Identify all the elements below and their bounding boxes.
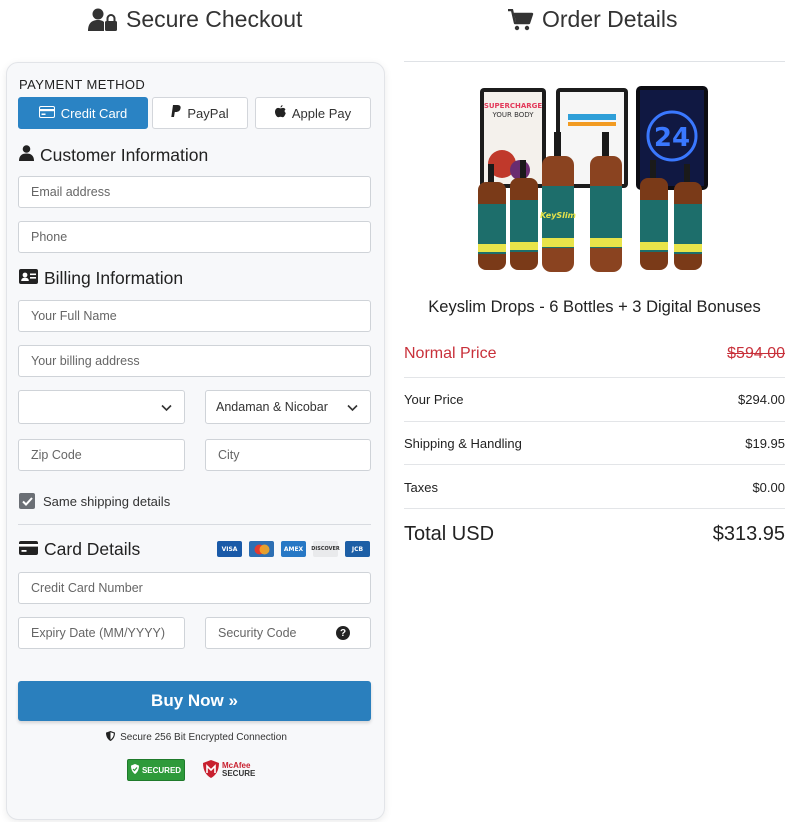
checkout-title-text: Secure Checkout xyxy=(126,6,303,32)
city-field[interactable]: City xyxy=(205,439,371,471)
row-divider xyxy=(404,377,785,378)
shipping-label: Shipping & Handling xyxy=(404,436,522,451)
your-price-label: Your Price xyxy=(404,392,464,407)
row-divider xyxy=(404,421,785,422)
row-divider xyxy=(404,464,785,465)
secure-connection-note: Secure 256 Bit Encrypted Connection xyxy=(7,731,386,744)
your-price-value: $294.00 xyxy=(738,392,785,407)
order-top-divider xyxy=(404,61,785,62)
paypal-label: PayPal xyxy=(187,105,229,121)
phone-field[interactable]: Phone xyxy=(18,221,371,253)
trust-badges: SECURED McAfee SECURE xyxy=(127,759,255,781)
payment-method-label: PAYMENT METHOD xyxy=(19,77,146,92)
discover-icon: DISCOVER xyxy=(311,541,340,557)
normal-price-value: $594.00 xyxy=(727,345,785,362)
credit-card-icon xyxy=(19,539,38,560)
chevron-down-icon xyxy=(347,401,358,415)
product-image: SUPERCHARGE YOUR BODY 24 KeySlim xyxy=(478,86,708,272)
checkout-title: Secure Checkout xyxy=(88,6,302,33)
your-price-row: Your Price $294.00 xyxy=(404,392,785,407)
normal-price-label: Normal Price xyxy=(404,345,497,362)
security-code-field[interactable]: Security Code ? xyxy=(205,617,371,649)
credit-card-label: Credit Card xyxy=(60,105,128,121)
same-shipping-label: Same shipping details xyxy=(43,493,171,509)
same-shipping-checkbox[interactable] xyxy=(19,493,35,509)
shield-icon xyxy=(106,731,116,744)
shopping-cart-icon xyxy=(508,8,534,31)
mcafee-shield-icon xyxy=(203,760,219,780)
amex-icon: AMEX xyxy=(281,541,306,557)
customer-info-title-text: Customer Information xyxy=(40,145,209,165)
card-details-title-text: Card Details xyxy=(44,539,141,559)
zip-code-field[interactable]: Zip Code xyxy=(18,439,185,471)
credit-card-icon xyxy=(38,105,55,121)
full-name-field[interactable]: Your Full Name xyxy=(18,300,371,332)
normal-price-row: Normal Price $594.00 xyxy=(404,345,785,363)
shipping-row: Shipping & Handling $19.95 xyxy=(404,436,785,451)
buy-now-button[interactable]: Buy Now » xyxy=(18,681,371,721)
jcb-icon: JCB xyxy=(345,541,370,557)
secured-badge-text: SECURED xyxy=(141,765,182,775)
paypal-button[interactable]: PayPal xyxy=(152,97,248,129)
secured-badge: SECURED xyxy=(127,759,185,781)
user-icon xyxy=(19,145,34,166)
total-value: $313.95 xyxy=(712,523,785,545)
chevron-down-icon xyxy=(161,401,172,415)
taxes-label: Taxes xyxy=(404,480,438,495)
section-divider xyxy=(18,524,371,525)
security-code-placeholder: Security Code xyxy=(218,626,297,640)
total-row: Total USD $313.95 xyxy=(404,523,785,546)
row-divider xyxy=(404,508,785,509)
secure-connection-text: Secure 256 Bit Encrypted Connection xyxy=(120,732,287,743)
visa-icon: VISA xyxy=(217,541,242,557)
billing-info-title-text: Billing Information xyxy=(44,268,184,288)
card-logos: VISA AMEX DISCOVER JCB xyxy=(217,541,370,557)
order-title-text: Order Details xyxy=(542,6,678,32)
shield-check-icon xyxy=(130,764,139,776)
apple-pay-button[interactable]: Apple Pay xyxy=(255,97,371,129)
email-field[interactable]: Email address xyxy=(18,176,371,208)
taxes-row: Taxes $0.00 xyxy=(404,480,785,495)
apple-pay-label: Apple Pay xyxy=(291,105,352,121)
svg-text:YOUR BODY: YOUR BODY xyxy=(491,111,534,119)
paypal-icon xyxy=(171,105,182,121)
billing-info-title: Billing Information xyxy=(19,268,183,289)
card-number-field[interactable]: Credit Card Number xyxy=(18,572,371,604)
card-details-title: Card Details xyxy=(19,539,140,560)
state-select[interactable]: Andaman & Nicobar xyxy=(205,390,371,424)
taxes-value: $0.00 xyxy=(752,480,785,495)
book-cover-text: SUPERCHARGE xyxy=(484,102,543,110)
state-select-value: Andaman & Nicobar xyxy=(216,400,328,414)
customer-info-title: Customer Information xyxy=(19,145,208,166)
question-circle-icon[interactable]: ? xyxy=(336,626,350,640)
billing-address-field[interactable]: Your billing address xyxy=(18,345,371,377)
credit-card-button[interactable]: Credit Card xyxy=(18,97,148,129)
same-shipping-row: Same shipping details xyxy=(19,493,170,509)
mastercard-icon xyxy=(249,541,274,557)
checkout-panel: PAYMENT METHOD Credit Card PayPal Apple … xyxy=(6,62,385,820)
mcafee-badge: McAfee SECURE xyxy=(203,760,255,780)
product-name: Keyslim Drops - 6 Bottles + 3 Digital Bo… xyxy=(428,298,761,316)
order-title: Order Details xyxy=(508,6,677,33)
bottle-label-text: KeySlim xyxy=(540,211,576,220)
mcafee-line2: SECURE xyxy=(222,769,256,778)
country-select[interactable] xyxy=(18,390,185,424)
apple-icon xyxy=(274,105,286,121)
user-lock-icon xyxy=(88,8,118,32)
shipping-value: $19.95 xyxy=(745,436,785,451)
expiry-date-field[interactable]: Expiry Date (MM/YYYY) xyxy=(18,617,185,649)
total-label: Total USD xyxy=(404,523,495,545)
id-card-icon xyxy=(19,268,38,289)
svg-text:24: 24 xyxy=(654,123,690,153)
